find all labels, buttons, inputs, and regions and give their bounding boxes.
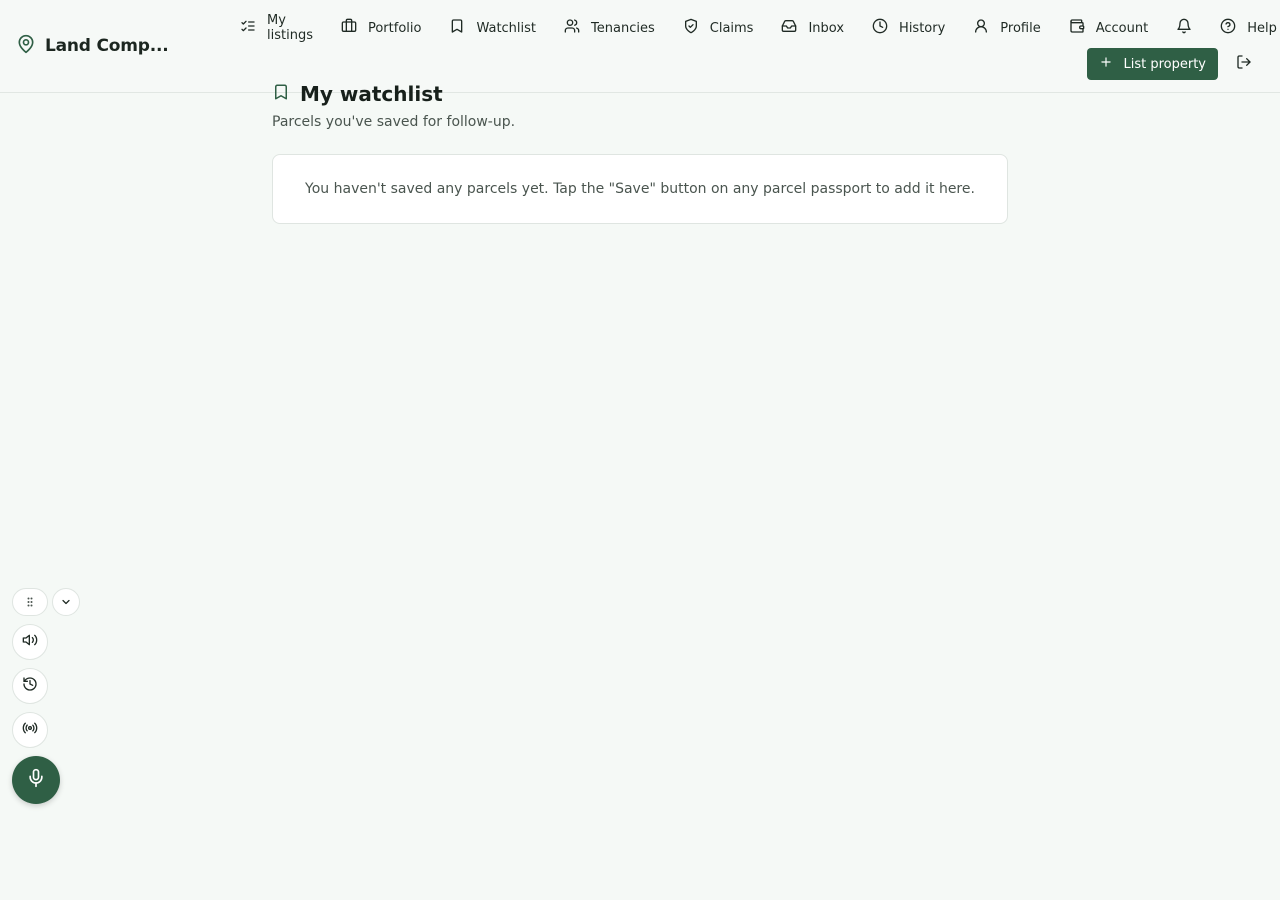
chevron-down-icon	[60, 593, 72, 612]
nav-item-label: Portfolio	[367, 20, 422, 36]
map-pin-icon	[16, 34, 36, 58]
bookmark-icon	[449, 18, 465, 38]
nav-item-label: Account	[1095, 20, 1149, 36]
shield-check-icon	[683, 18, 699, 38]
nav-item-label: Help	[1247, 20, 1277, 36]
nav-item-inbox[interactable]: Inbox	[767, 16, 858, 40]
brand[interactable]: Land Comp...	[16, 34, 169, 58]
brand-name: Land Comp...	[45, 36, 169, 56]
microphone-icon	[26, 768, 46, 792]
nav-item-label: My listings	[267, 13, 313, 43]
nav-item-claims[interactable]: Claims	[669, 16, 768, 40]
nav-item-label: Claims	[709, 20, 754, 36]
help-circle-icon	[1220, 18, 1236, 38]
clock-icon	[872, 18, 888, 38]
list-property-label: List property	[1123, 56, 1206, 72]
nav-item-label: Tenancies	[591, 20, 655, 36]
broadcast-button[interactable]	[12, 712, 48, 748]
voice-input-button[interactable]	[12, 756, 60, 804]
drag-handle[interactable]	[12, 588, 48, 616]
collapse-controls-button[interactable]	[52, 588, 80, 616]
nav-item-portfolio[interactable]: Portfolio	[327, 16, 435, 40]
speaker-icon	[22, 632, 38, 652]
nav-item-profile[interactable]: Profile	[959, 16, 1054, 40]
notifications-button[interactable]	[1162, 16, 1206, 40]
wallet-icon	[1069, 18, 1085, 38]
page-heading: My watchlist	[272, 80, 1008, 108]
nav-item-watchlist[interactable]: Watchlist	[435, 16, 550, 40]
nav-item-my-listings[interactable]: My listings	[226, 13, 327, 43]
users-icon	[564, 18, 580, 38]
page-subtitle: Parcels you've saved for follow-up.	[272, 114, 516, 130]
page-title: My watchlist	[300, 82, 443, 106]
bell-icon	[1176, 18, 1192, 38]
history-icon	[22, 676, 38, 696]
history-button[interactable]	[12, 668, 48, 704]
list-checks-icon	[240, 18, 256, 38]
speaker-button[interactable]	[12, 624, 48, 660]
header-actions: List property	[1087, 48, 1256, 80]
broadcast-icon	[22, 720, 38, 740]
nav-item-history[interactable]: History	[858, 16, 959, 40]
nav-item-label: Profile	[1000, 20, 1041, 36]
log-out-icon	[1236, 54, 1252, 74]
list-property-button[interactable]: List property	[1087, 48, 1218, 80]
user-icon	[973, 18, 989, 38]
nav-item-label: Inbox	[808, 20, 845, 36]
nav-item-tenancies[interactable]: Tenancies	[550, 16, 669, 40]
empty-state-message: You haven't saved any parcels yet. Tap t…	[305, 181, 975, 197]
main-nav: My listings Portfolio Watchlist Tenancie…	[226, 13, 1280, 43]
bookmark-icon	[272, 83, 290, 105]
main-content: My watchlist Parcels you've saved for fo…	[272, 80, 1008, 224]
empty-state-card: You haven't saved any parcels yet. Tap t…	[272, 154, 1008, 224]
drag-handle-icon	[24, 593, 36, 612]
plus-icon	[1099, 55, 1113, 73]
inbox-icon	[781, 18, 797, 38]
nav-item-help[interactable]: Help	[1206, 16, 1280, 40]
nav-item-label: History	[899, 20, 946, 36]
briefcase-icon	[341, 18, 357, 38]
logout-button[interactable]	[1232, 48, 1256, 80]
nav-item-account[interactable]: Account	[1055, 16, 1163, 40]
nav-item-label: Watchlist	[476, 20, 537, 36]
